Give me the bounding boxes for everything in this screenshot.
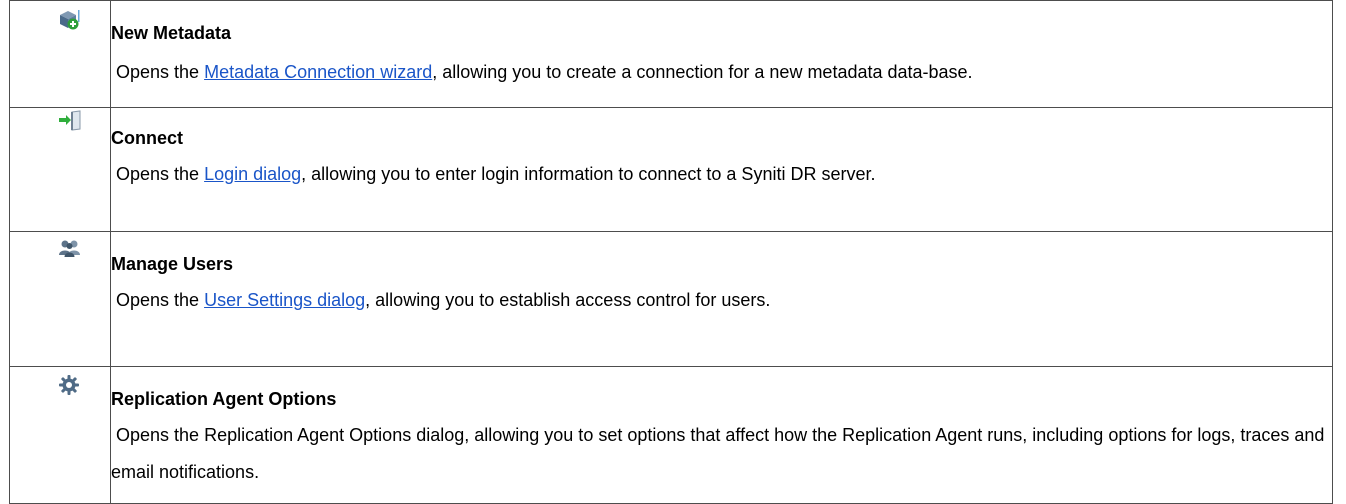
command-title: Replication Agent Options: [111, 389, 337, 409]
users-icon: [58, 238, 80, 260]
command-description: Opens the Login dialog, allowing you to …: [116, 164, 876, 184]
command-description: Opens the Replication Agent Options dial…: [111, 425, 1325, 482]
database-add-icon: [58, 9, 80, 31]
command-description: Opens the User Settings dialog, allowing…: [116, 290, 771, 310]
login-dialog-link[interactable]: Login dialog: [204, 164, 301, 184]
table-row: New Metadata Opens the Metadata Connecti…: [9, 0, 1333, 108]
command-table: New Metadata Opens the Metadata Connecti…: [9, 0, 1333, 504]
table-row: Replication Agent Options Opens the Repl…: [9, 366, 1333, 504]
command-title: Connect: [111, 128, 183, 148]
table-row: Manage Users Opens the User Settings dia…: [9, 231, 1333, 367]
command-title: Manage Users: [111, 254, 234, 274]
table-row: Connect Opens the Login dialog, allowing…: [9, 107, 1333, 232]
command-description: Opens the Metadata Connection wizard, al…: [116, 62, 973, 82]
connect-door-icon: [58, 110, 81, 132]
metadata-connection-wizard-link[interactable]: Metadata Connection wizard: [204, 62, 432, 82]
user-settings-dialog-link[interactable]: User Settings dialog: [204, 290, 365, 310]
command-title: New Metadata: [111, 23, 232, 43]
gear-icon: [58, 374, 80, 396]
